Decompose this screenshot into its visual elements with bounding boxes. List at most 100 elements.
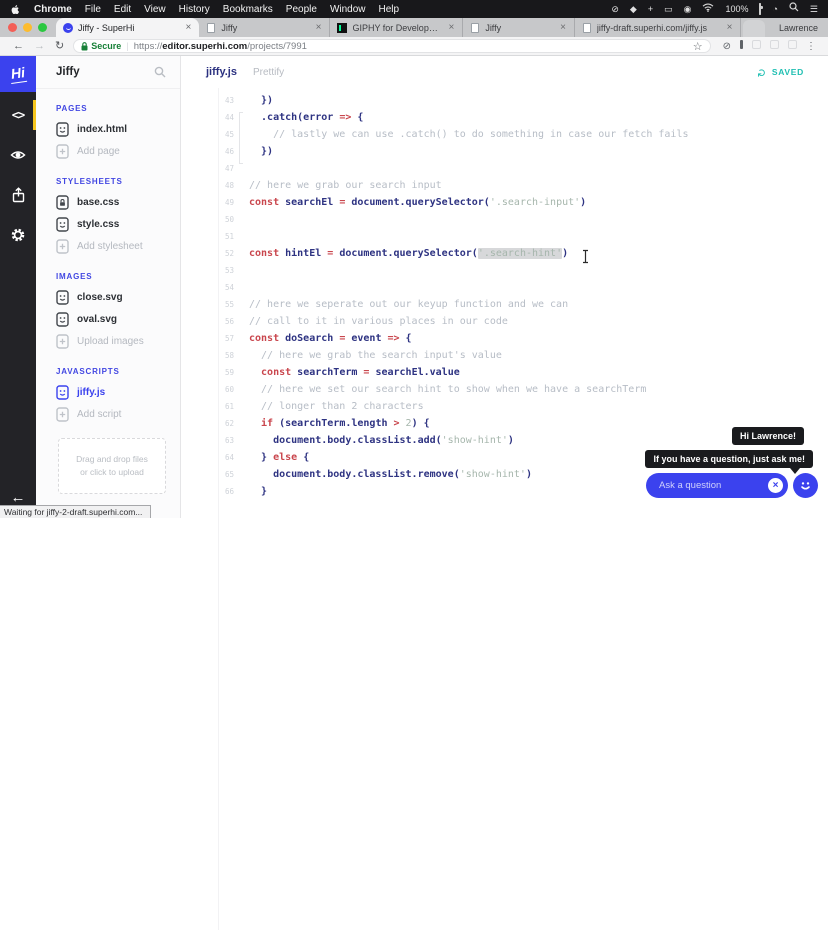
- menu-chrome[interactable]: Chrome: [34, 4, 72, 15]
- extension-disabled-icon[interactable]: [788, 40, 797, 52]
- menu-people[interactable]: People: [286, 4, 317, 15]
- code-line[interactable]: 53: [182, 262, 828, 279]
- wifi-icon[interactable]: [702, 0, 714, 18]
- search-icon[interactable]: [154, 66, 166, 78]
- droplet-icon[interactable]: ◆: [630, 0, 637, 18]
- prettify-button[interactable]: Prettify: [253, 67, 284, 78]
- preview-eye-icon[interactable]: [0, 138, 36, 172]
- ask-question-input[interactable]: Ask a question ×: [646, 473, 788, 498]
- new-tab-button[interactable]: [743, 20, 765, 37]
- extension-disabled-icon[interactable]: [770, 40, 779, 52]
- code-line[interactable]: 59 const searchTerm = searchEl.value: [182, 364, 828, 381]
- code-line[interactable]: 45 // lastly we can use .catch() to do s…: [182, 126, 828, 143]
- code-editor-icon[interactable]: <>: [0, 98, 36, 132]
- menu-file[interactable]: File: [85, 4, 101, 15]
- chrome-menu-icon[interactable]: ⋮: [806, 41, 816, 52]
- sidebar-item-style-css[interactable]: style.css: [36, 213, 180, 235]
- sidebar-item-base-css[interactable]: base.css: [36, 191, 180, 213]
- sidebar-item-close-svg[interactable]: close.svg: [36, 286, 180, 308]
- superhi-logo[interactable]: Hi: [0, 56, 36, 92]
- sidebar-item-add-stylesheet[interactable]: Add stylesheet: [36, 235, 180, 257]
- code-line[interactable]: 61 // longer than 2 characters: [182, 398, 828, 415]
- sidebar-item-oval-svg[interactable]: oval.svg: [36, 308, 180, 330]
- extension-bar-icon[interactable]: [740, 40, 743, 52]
- sidebar-item-add-page[interactable]: Add page: [36, 140, 180, 162]
- sidebar-item-upload-images[interactable]: Upload images: [36, 330, 180, 352]
- window-zoom-button[interactable]: [38, 23, 47, 32]
- reload-button[interactable]: ↻: [50, 37, 69, 55]
- browser-tab-jiffy-draft-superhi-com-jiffy-js[interactable]: jiffy-draft.superhi.com/jiffy.js ×: [575, 18, 742, 37]
- settings-gear-icon[interactable]: [0, 218, 36, 252]
- collapse-sidebar-button[interactable]: ←: [11, 489, 26, 506]
- window-minimize-button[interactable]: [23, 23, 32, 32]
- menu-view[interactable]: View: [144, 4, 166, 15]
- chat-smiley-button[interactable]: [793, 473, 818, 498]
- menu-help[interactable]: Help: [379, 4, 400, 15]
- code-line[interactable]: 60 // here we set our search hint to sho…: [182, 381, 828, 398]
- chat-dismiss-button[interactable]: ×: [768, 478, 783, 493]
- tab-close-button[interactable]: ×: [447, 22, 455, 33]
- code-line[interactable]: 54: [182, 279, 828, 296]
- code-line[interactable]: 57 const doSearch = event => {: [182, 330, 828, 347]
- code-line[interactable]: 47: [182, 160, 828, 177]
- code-line[interactable]: 49 const searchEl = document.querySelecto…: [182, 194, 828, 211]
- sidebar-section-stylesheets: STYLESHEETS base.css style.css Add styleshe…: [36, 177, 180, 257]
- address-bar[interactable]: Secure | https://editor.superhi.com/proj…: [73, 39, 711, 53]
- code-line[interactable]: 50: [182, 211, 828, 228]
- browser-tab-jiffy[interactable]: Jiffy ×: [199, 18, 331, 37]
- security-status[interactable]: Secure: [81, 41, 121, 51]
- code-line[interactable]: 43 }): [182, 92, 828, 109]
- browser-tab-jiffy[interactable]: Jiffy ×: [463, 18, 575, 37]
- menu-bookmarks[interactable]: Bookmarks: [223, 4, 273, 15]
- notification-center-icon[interactable]: ☰: [810, 0, 818, 18]
- share-upload-icon[interactable]: [0, 178, 36, 212]
- tab-close-button[interactable]: ×: [185, 22, 193, 33]
- browser-profile-name[interactable]: Lawrence: [769, 23, 828, 33]
- code-line[interactable]: 46 }): [182, 143, 828, 160]
- clock-icon[interactable]: ◔: [772, 0, 777, 18]
- browser-tab-jiffy-superhi[interactable]: Jiffy - SuperHi ×: [56, 18, 200, 37]
- spotlight-search-icon[interactable]: [789, 0, 799, 18]
- code-line[interactable]: 58 // here we grab the search input's va…: [182, 347, 828, 364]
- extension-1password-icon[interactable]: ⊘: [723, 41, 731, 52]
- sidebar-item-add-script[interactable]: Add script: [36, 403, 180, 425]
- bookmark-star-icon[interactable]: ☆: [693, 40, 703, 53]
- line-number: 57: [224, 334, 234, 343]
- tab-close-button[interactable]: ×: [559, 22, 567, 33]
- display-icon[interactable]: ▭: [664, 0, 673, 18]
- code-line[interactable]: 55 // here we seperate out our keyup func…: [182, 296, 828, 313]
- extension-disabled-icon[interactable]: [752, 40, 761, 52]
- one-password-icon[interactable]: ⊘: [611, 0, 619, 18]
- window-close-button[interactable]: [8, 23, 17, 32]
- browser-tab-giphy-for-developers-api-ex[interactable]: GIPHY for Developers | API Ex ×: [330, 18, 464, 37]
- back-button[interactable]: ←: [8, 37, 29, 55]
- file-label: close.svg: [77, 291, 123, 303]
- tab-close-button[interactable]: ×: [315, 22, 323, 33]
- line-number: 65: [224, 470, 234, 479]
- battery-percent-label[interactable]: 100%: [725, 0, 748, 18]
- code-line[interactable]: 51: [182, 228, 828, 245]
- code-text: const searchTerm = searchEl.value: [249, 367, 460, 378]
- tab-close-button[interactable]: ×: [726, 22, 734, 33]
- code-line[interactable]: 56 // call to it in various places in our…: [182, 313, 828, 330]
- code-text: }): [249, 146, 274, 157]
- code-line[interactable]: 48 // here we grab our search input: [182, 177, 828, 194]
- sidebar-item-index-html[interactable]: index.html: [36, 118, 180, 140]
- smiley-icon: [801, 482, 810, 490]
- code-line[interactable]: 52 const hintEl = document.querySelector(…: [182, 245, 828, 262]
- menu-edit[interactable]: Edit: [114, 4, 131, 15]
- camera-icon[interactable]: ◉: [684, 0, 692, 18]
- battery-icon[interactable]: [759, 0, 762, 18]
- menu-window[interactable]: Window: [330, 4, 366, 15]
- code-text: const hintEl = document.querySelector('.…: [249, 248, 569, 259]
- sidebar-item-jiffy-js[interactable]: jiffy.js: [36, 381, 180, 403]
- code-text: }: [249, 486, 268, 497]
- line-number: 61: [224, 402, 234, 411]
- app-rail: Hi <> ←: [0, 56, 36, 518]
- line-number: 66: [224, 487, 234, 496]
- plus-icon[interactable]: +: [648, 0, 653, 18]
- code-line[interactable]: 44 .catch(error => {: [182, 109, 828, 126]
- file-upload-dropzone[interactable]: Drag and drop files or click to upload: [58, 438, 166, 494]
- menu-history[interactable]: History: [179, 4, 210, 15]
- apple-menu-icon[interactable]: [10, 4, 21, 15]
